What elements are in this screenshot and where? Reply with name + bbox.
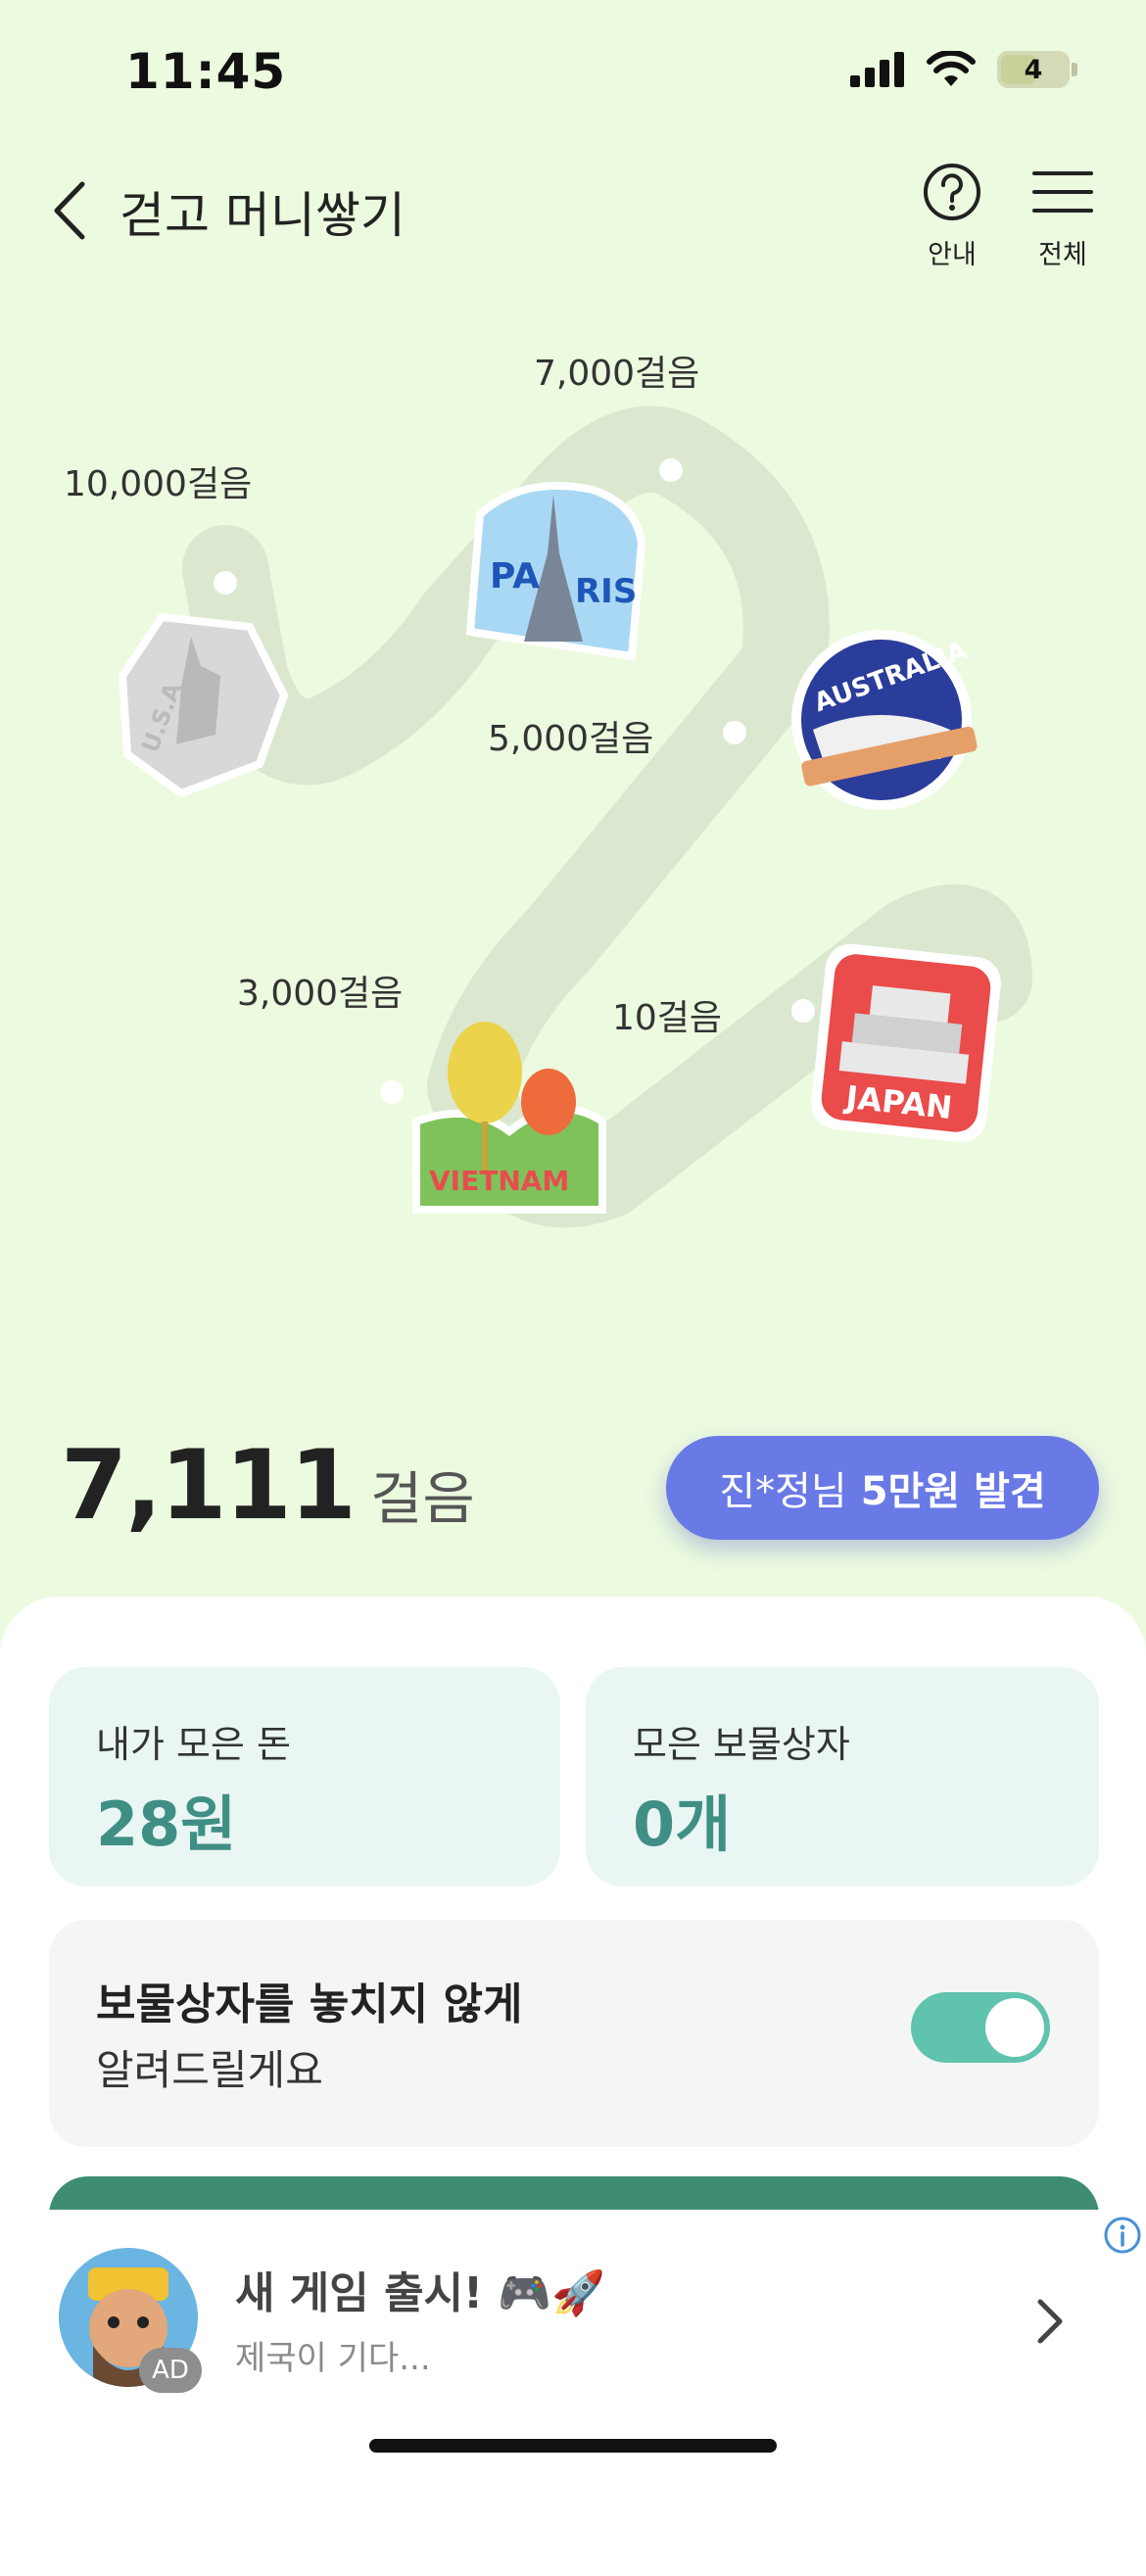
battery-level: 4 xyxy=(1024,54,1043,85)
step-count-value: 7,111 xyxy=(61,1430,357,1542)
paris-badge: PA RIS xyxy=(465,481,646,661)
page-title: 걷고 머니쌓기 xyxy=(119,187,406,244)
money-card-value: 28원 xyxy=(96,1789,237,1860)
wifi-icon xyxy=(927,51,976,86)
status-icons: 4 xyxy=(850,51,1077,88)
svg-text:VIETNAM: VIETNAM xyxy=(429,1165,569,1197)
chevron-right-icon[interactable] xyxy=(1030,2292,1070,2351)
help-label: 안내 xyxy=(928,240,977,270)
money-card[interactable]: 내가 모은 돈 28원 xyxy=(49,1667,560,1886)
found-money-banner[interactable]: 진*정님 5만원 발견 xyxy=(666,1436,1099,1540)
milestone-dot xyxy=(659,458,683,482)
milestone-dot xyxy=(791,999,815,1023)
menu-button[interactable]: 전체 xyxy=(1014,162,1112,271)
milestone-label-5000: 5,000걸음 xyxy=(488,719,654,759)
hamburger-menu-icon xyxy=(1032,171,1093,213)
notify-title: 보물상자를 놓치지 않게 xyxy=(96,1980,523,2029)
battery-icon: 4 xyxy=(997,51,1070,88)
ad-title: 새 게임 출시! 🎮🚀 xyxy=(235,2268,605,2318)
notify-subtitle: 알려드릴게요 xyxy=(96,2046,323,2094)
notify-toggle[interactable] xyxy=(911,1992,1050,2063)
svg-text:RIS: RIS xyxy=(575,572,637,611)
found-amount: 5만원 발견 xyxy=(860,1469,1046,1514)
milestone-dot xyxy=(214,571,237,595)
milestone-dot xyxy=(380,1080,404,1104)
menu-label: 전체 xyxy=(1038,240,1087,270)
milestone-label-7000: 7,000걸음 xyxy=(534,354,700,394)
ad-subtitle: 제국이 기다... xyxy=(235,2339,431,2378)
chest-card-label: 모은 보물상자 xyxy=(633,1723,850,1766)
milestone-dot xyxy=(723,721,746,744)
chest-card-value: 0개 xyxy=(633,1789,732,1860)
chest-card[interactable]: 모은 보물상자 0개 xyxy=(586,1667,1099,1886)
milestone-label-10000: 10,000걸음 xyxy=(64,464,253,504)
usa-badge: U.S.A xyxy=(118,612,289,798)
question-circle-icon xyxy=(924,164,980,220)
found-user-name: 진*정님 xyxy=(719,1469,847,1514)
japan-badge: JAPAN xyxy=(811,943,1001,1143)
toggle-knob xyxy=(985,1998,1044,2057)
info-icon[interactable] xyxy=(1103,2216,1142,2255)
help-button[interactable]: 안내 xyxy=(903,162,1001,271)
home-indicator xyxy=(369,2439,777,2453)
step-count: 7,111 걸음 xyxy=(61,1430,475,1542)
chest-notification-setting: 보물상자를 놓치지 않게 알려드릴게요 xyxy=(49,1920,1099,2147)
milestone-label-3000: 3,000걸음 xyxy=(237,974,404,1014)
step-count-unit: 걸음 xyxy=(369,1465,475,1532)
status-time: 11:45 xyxy=(125,43,287,100)
svg-text:PA: PA xyxy=(490,556,540,596)
money-card-label: 내가 모은 돈 xyxy=(96,1723,291,1766)
cellular-signal-icon xyxy=(850,52,904,87)
milestone-label-10: 10걸음 xyxy=(612,998,723,1038)
ad-badge: AD xyxy=(139,2348,202,2393)
australia-badge: AUSTRALIA xyxy=(791,630,978,810)
back-chevron-icon[interactable] xyxy=(43,176,102,245)
